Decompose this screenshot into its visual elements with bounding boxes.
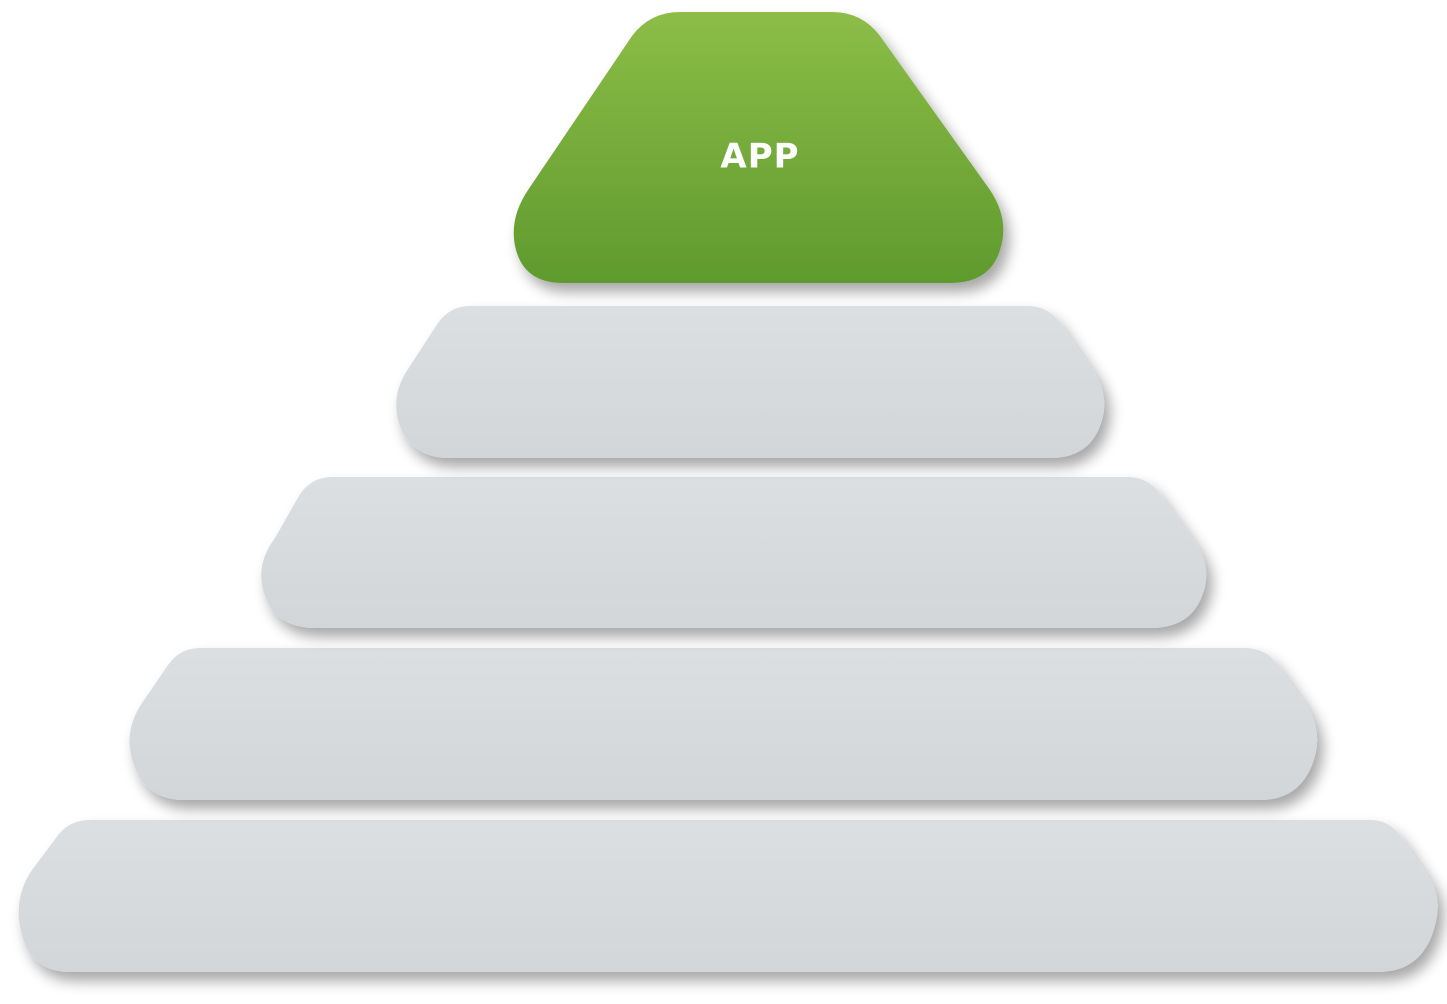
pyramid-diagram: APP xyxy=(18,12,1438,972)
tier-label-app: APP xyxy=(720,137,799,177)
pyramid-tier-5 xyxy=(18,820,1438,972)
pyramid-tier-2 xyxy=(396,306,1105,458)
pyramid-tier-4 xyxy=(129,648,1318,800)
pyramid-tier-3 xyxy=(261,477,1207,628)
